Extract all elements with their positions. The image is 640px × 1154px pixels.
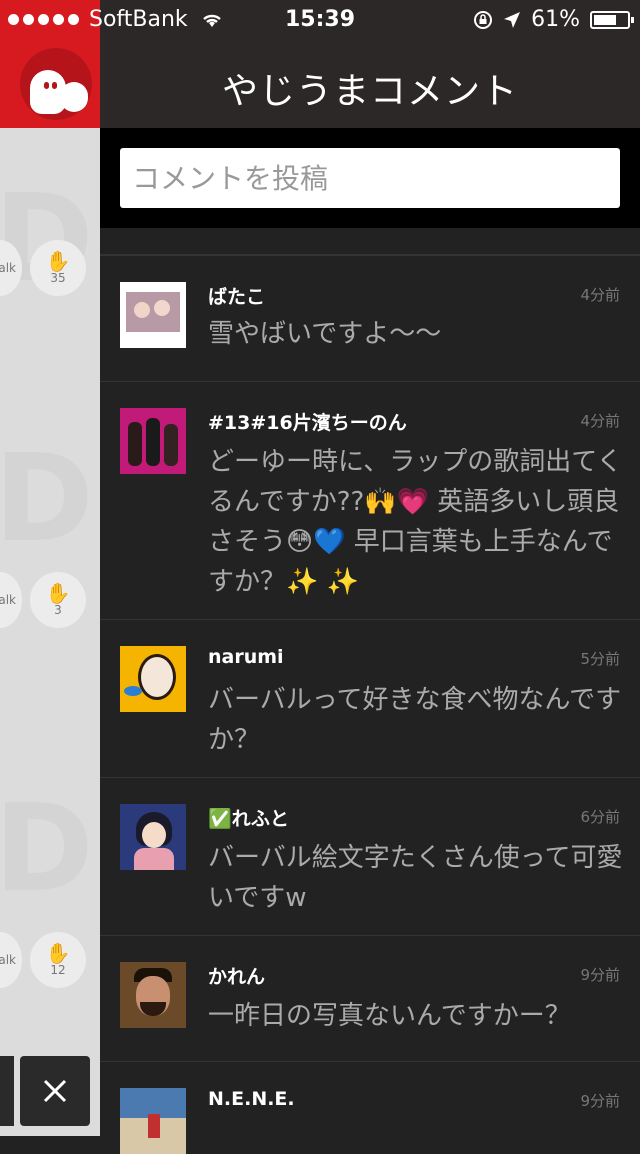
comment-author: ✅れふと <box>208 808 289 830</box>
comment-text: 雪やばいですよ〜〜 <box>208 319 442 349</box>
comment-item[interactable]: かれん 9分前 一昨日の写真ないんですかー？ <box>100 935 640 1062</box>
comment-input[interactable] <box>120 148 620 208</box>
clap-icon: ✋ <box>45 249 71 273</box>
location-icon <box>504 11 521 28</box>
avatar <box>120 408 186 474</box>
clap-button[interactable]: ✋ 35 <box>30 240 86 296</box>
comment-item[interactable]: ✅れふと 6分前 バーバル絵文字たくさん使って可愛いですw <box>100 777 640 936</box>
comment-text: どーゆー時に、ラップの歌詞出てくるんですか??🙌💗 英語多いし頭良さそう😳💙 早… <box>208 447 623 597</box>
comment-item[interactable]: narumi 5分前 バーバルって好きな食べ物なんですか？ <box>100 619 640 778</box>
close-button[interactable] <box>20 1056 90 1126</box>
comment-time: 4分前 <box>580 412 620 430</box>
avatar <box>120 962 186 1028</box>
comment-time: 9分前 <box>580 966 620 984</box>
clap-count: 35 <box>50 271 66 285</box>
status-bar: SoftBank 15:39 61% <box>0 0 640 40</box>
clap-button[interactable]: ✋ 3 <box>30 572 86 628</box>
avatar <box>120 646 186 712</box>
avatar <box>120 804 186 870</box>
comment-compose-area <box>100 128 640 228</box>
side-panel: D D D alk ✋ 35 alk ✋ 3 alk ✋ 12 <box>0 0 100 1136</box>
clap-button[interactable]: ✋ 12 <box>30 932 86 988</box>
page-title: やじうまコメント <box>221 71 518 112</box>
clap-count: 12 <box>50 963 66 977</box>
comment-time: 9分前 <box>580 1092 620 1110</box>
clap-icon: ✋ <box>45 581 71 605</box>
battery-icon <box>590 10 634 29</box>
avatar <box>120 1088 186 1154</box>
comment-text: バーバル絵文字たくさん使って可愛いですw <box>208 843 623 913</box>
watermark-logo: D <box>0 430 94 569</box>
comment-time: 5分前 <box>580 650 620 668</box>
rotation-lock-icon <box>474 10 493 29</box>
comment-author: ばたこ <box>208 286 266 308</box>
clap-count: 3 <box>54 603 62 617</box>
battery-percent: 61% <box>531 7 580 32</box>
close-icon <box>43 1079 67 1103</box>
comments-panel: やじうまコメント ばたこ 4分前 雪やばいですよ〜〜 #13#16片濱ちーのん … <box>100 0 640 1154</box>
bottom-bar-stub <box>0 1056 14 1126</box>
comment-item[interactable]: N.E.N.E. 9分前 <box>100 1061 640 1154</box>
comment-text: バーバルって好きな食べ物なんですか？ <box>208 685 622 755</box>
comment-author: かれん <box>208 966 266 988</box>
watermark-logo: D <box>0 780 94 919</box>
comment-item[interactable]: #13#16片濱ちーのん 4分前 どーゆー時に、ラップの歌詞出てくるんですか??… <box>100 381 640 620</box>
comment-item[interactable]: ばたこ 4分前 雪やばいですよ〜〜 <box>100 255 640 382</box>
comment-author: narumi <box>208 646 284 668</box>
talk-button[interactable]: alk <box>0 932 22 988</box>
talk-button[interactable]: alk <box>0 572 22 628</box>
comment-time: 4分前 <box>580 286 620 304</box>
avatar <box>120 282 186 348</box>
comment-author: N.E.N.E. <box>208 1088 295 1110</box>
comment-time: 6分前 <box>580 808 620 826</box>
ghost-icon <box>60 82 88 112</box>
clap-icon: ✋ <box>45 941 71 965</box>
comment-author: #13#16片濱ちーのん <box>208 412 407 434</box>
comment-text: 一昨日の写真ないんですかー？ <box>208 1001 571 1031</box>
